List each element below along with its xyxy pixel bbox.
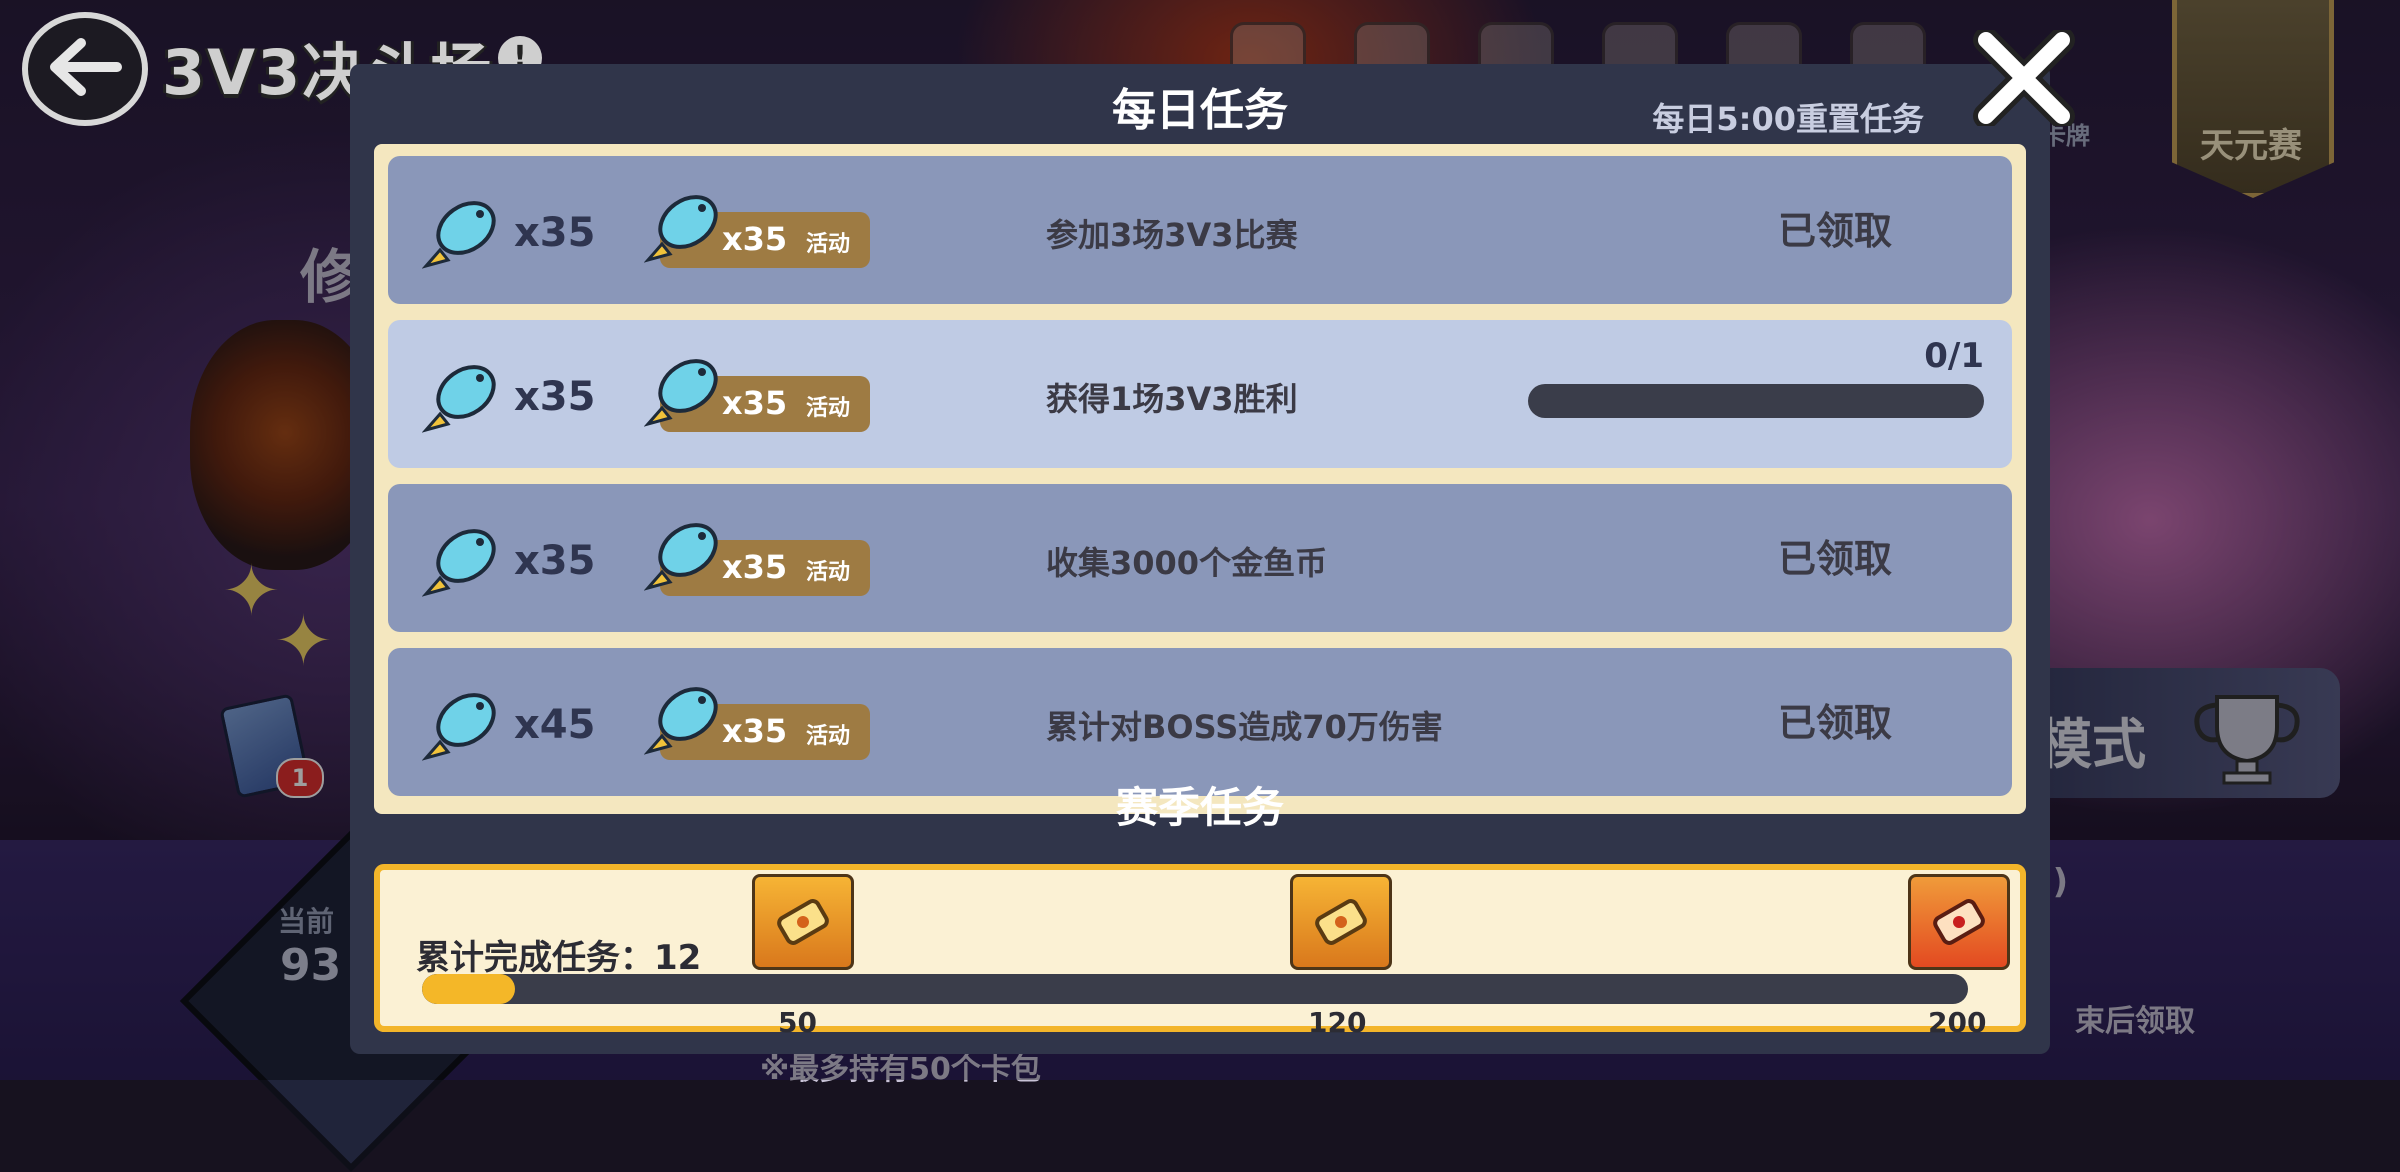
- fish-coin-icon: [421, 680, 506, 764]
- milestone-label: 200: [1928, 1006, 1987, 1039]
- fish-coin-icon: [643, 674, 728, 758]
- reward-quantity: x35: [514, 374, 596, 420]
- season-completed-count: 累计完成任务：12: [416, 938, 702, 978]
- task-progress-bar: [1528, 384, 1984, 418]
- task-row: x35 x35 活动 参加3场3V3比赛 已领取: [388, 156, 2012, 304]
- reward-quantity: x35: [514, 538, 596, 584]
- season-task-panel: 累计完成任务：12 50 120 200: [374, 864, 2026, 1039]
- fish-coin-icon: [643, 510, 728, 594]
- event-tag: 活动: [806, 396, 851, 421]
- season-progress-bar: [422, 974, 1968, 1004]
- reward-quantity: x35: [514, 210, 596, 256]
- reward-scroll-icon[interactable]: [1908, 874, 2010, 970]
- fish-coin-icon: [421, 352, 506, 436]
- milestone-label: 120: [1308, 1006, 1367, 1039]
- task-description: 参加3场3V3比赛: [1046, 216, 1298, 254]
- reset-note: 每日5:00重置任务: [1652, 100, 1924, 138]
- claimed-status: 已领取: [1778, 537, 1893, 581]
- season-progress-fill: [422, 974, 515, 1004]
- event-tag: 活动: [806, 724, 851, 749]
- reward-quantity: x45: [514, 702, 596, 748]
- task-row: x35 x35 活动 收集3000个金鱼币 已领取: [388, 484, 2012, 632]
- fish-coin-icon: [643, 346, 728, 430]
- task-description: 累计对BOSS造成70万伤害: [1046, 708, 1443, 746]
- season-task-title: 赛季任务: [1115, 783, 1284, 832]
- event-reward-quantity: x35: [722, 384, 788, 422]
- event-reward-quantity: x35: [722, 220, 788, 258]
- event-tag: 活动: [806, 232, 851, 257]
- milestone-label: 50: [778, 1006, 817, 1039]
- event-reward-quantity: x35: [722, 712, 788, 750]
- task-list[interactable]: x35 x35 活动 参加3场3V3比赛 已领取 x35 x35 活动 获得1场…: [374, 144, 2026, 814]
- reward-scroll-icon[interactable]: [752, 874, 854, 970]
- claimed-status: 已领取: [1778, 209, 1893, 253]
- event-reward-quantity: x35: [722, 548, 788, 586]
- fish-coin-icon: [421, 188, 506, 272]
- task-progress-count: 0/1: [1924, 336, 1984, 376]
- close-button[interactable]: [1968, 27, 2080, 130]
- task-description: 获得1场3V3胜利: [1046, 380, 1298, 418]
- fish-coin-icon: [643, 182, 728, 266]
- fish-coin-icon: [421, 516, 506, 600]
- back-arrow-icon: [45, 37, 125, 101]
- reward-scroll-icon[interactable]: [1290, 874, 1392, 970]
- task-row: x35 x35 活动 获得1场3V3胜利 0/1: [388, 320, 2012, 468]
- task-description: 收集3000个金鱼币: [1046, 544, 1328, 582]
- event-tag: 活动: [806, 560, 851, 585]
- back-button[interactable]: [22, 12, 148, 126]
- daily-task-modal: 每日任务 每日5:00重置任务 x35 x35 活动 参加3场3V3比赛 已领取…: [350, 64, 2050, 1054]
- close-icon: [1972, 27, 2076, 130]
- claimed-status: 已领取: [1778, 701, 1893, 745]
